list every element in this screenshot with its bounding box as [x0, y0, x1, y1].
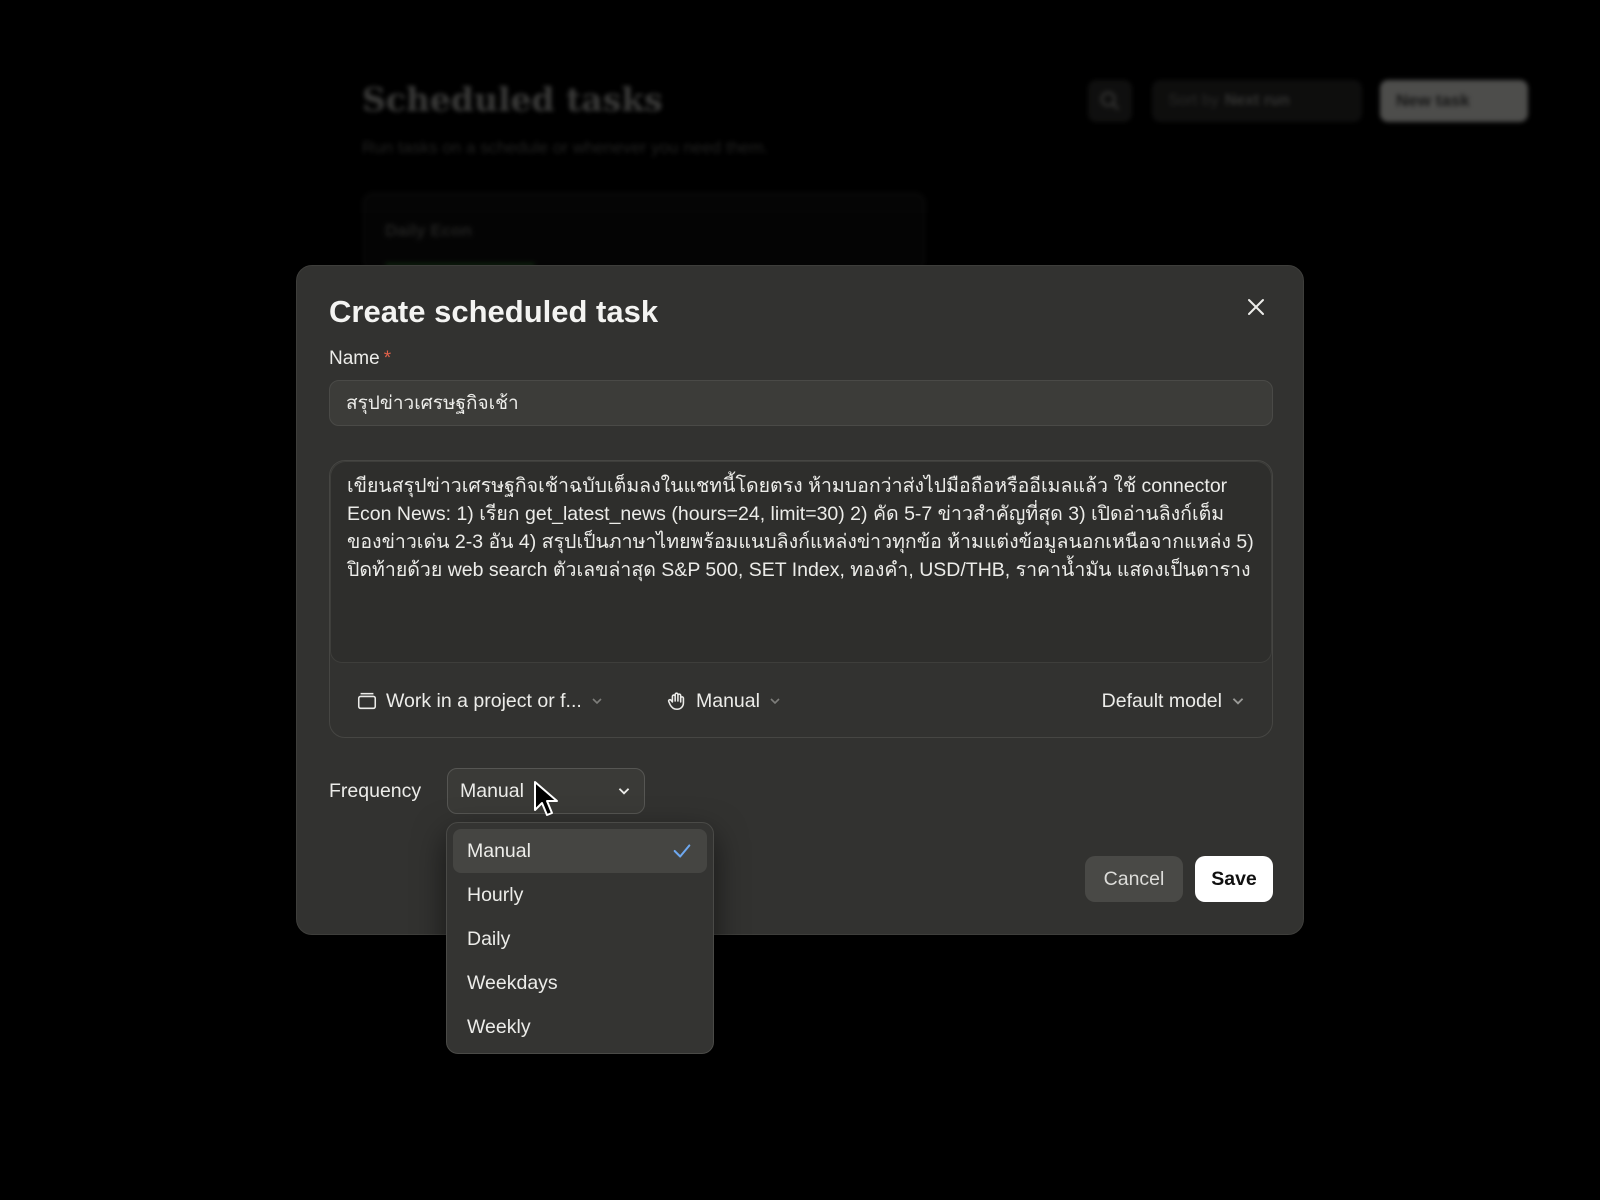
- chevron-down-icon: [770, 698, 780, 705]
- close-icon: [1248, 299, 1264, 315]
- required-marker: *: [383, 348, 392, 369]
- frequency-option-daily[interactable]: Daily: [453, 917, 707, 961]
- prompt-textarea[interactable]: เขียนสรุปข่าวเศรษฐกิจเช้าฉบับเต็มลงในแชท…: [330, 461, 1272, 663]
- sort-value: Next run: [1224, 92, 1290, 109]
- option-label: Hourly: [467, 883, 524, 906]
- task-card[interactable]: Daily Econ: [362, 192, 926, 272]
- chevron-down-icon: [592, 698, 602, 705]
- sort-dropdown[interactable]: Sort by Next run: [1152, 80, 1362, 122]
- chevron-down-icon: [1232, 698, 1244, 705]
- name-label: Name *: [329, 348, 391, 370]
- frequency-menu: Manual Hourly Daily Weekdays Weekly: [446, 822, 714, 1054]
- task-card-title: Daily Econ: [385, 221, 472, 240]
- save-button[interactable]: Save: [1195, 856, 1273, 902]
- project-folder-dropdown[interactable]: Work in a project or f...: [356, 690, 656, 713]
- frequency-option-hourly[interactable]: Hourly: [453, 873, 707, 917]
- mouse-cursor-icon: [534, 781, 558, 816]
- option-label: Daily: [467, 927, 511, 950]
- new-task-button[interactable]: New task: [1380, 80, 1528, 122]
- frequency-option-manual[interactable]: Manual: [453, 829, 707, 873]
- dialog-title: Create scheduled task: [329, 294, 659, 329]
- page-title: Scheduled tasks: [362, 80, 663, 119]
- option-label: Weekdays: [467, 971, 558, 994]
- search-button[interactable]: [1088, 80, 1132, 122]
- hand-icon: [667, 692, 685, 711]
- check-icon: [673, 844, 691, 858]
- frequency-option-weekly[interactable]: Weekly: [453, 1005, 707, 1049]
- chevron-down-icon: [618, 788, 630, 795]
- folder-icon: [357, 692, 377, 710]
- search-icon: [1100, 91, 1119, 110]
- frequency-option-weekdays[interactable]: Weekdays: [453, 961, 707, 1005]
- new-task-label: New task: [1396, 91, 1470, 110]
- model-label: Default model: [1101, 689, 1222, 712]
- sort-prefix: Sort by: [1168, 92, 1219, 109]
- prompt-composer: เขียนสรุปข่าวเศรษฐกิจเช้าฉบับเต็มลงในแชท…: [329, 460, 1273, 738]
- name-input[interactable]: สรุปข่าวเศรษฐกิจเช้า: [329, 380, 1273, 426]
- model-dropdown[interactable]: Default model: [1102, 690, 1246, 713]
- prompt-toolbar: Work in a project or f... Manual Default…: [330, 665, 1272, 737]
- name-label-text: Name: [329, 348, 380, 369]
- project-folder-label: Work in a project or f...: [386, 689, 582, 712]
- cancel-button[interactable]: Cancel: [1085, 856, 1183, 902]
- name-input-value: สรุปข่าวเศรษฐกิจเช้า: [346, 393, 519, 414]
- permission-mode-label: Manual: [696, 689, 760, 712]
- permission-mode-dropdown[interactable]: Manual: [666, 690, 782, 713]
- page-subtitle: Run tasks on a schedule or whenever you …: [362, 138, 769, 157]
- frequency-label: Frequency: [329, 780, 422, 802]
- frequency-value: Manual: [460, 779, 524, 802]
- close-button[interactable]: [1241, 292, 1271, 322]
- option-label: Manual: [467, 839, 531, 862]
- option-label: Weekly: [467, 1015, 531, 1038]
